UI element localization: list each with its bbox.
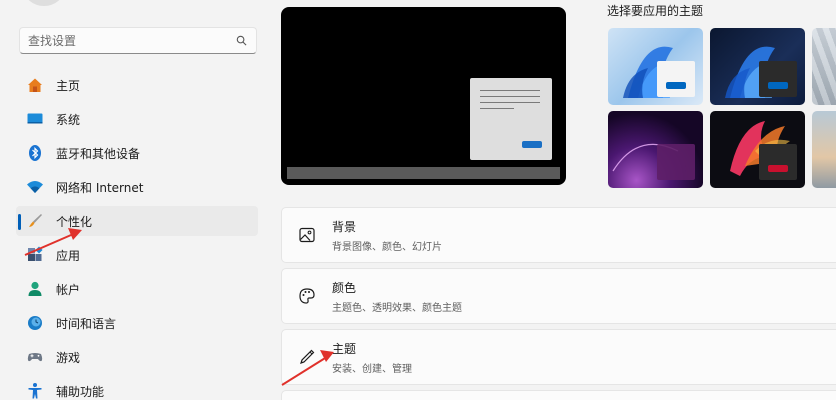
person-icon: [26, 280, 44, 298]
sidebar-item-gaming[interactable]: 游戏: [16, 342, 258, 372]
theme-glow[interactable]: [608, 111, 703, 188]
preview-window: [470, 78, 552, 160]
card-background[interactable]: 背景 背景图像、颜色、幻灯片: [281, 207, 836, 263]
theme-windows-dark[interactable]: [710, 28, 805, 105]
wifi-icon: [26, 178, 44, 196]
themes-title: 选择要应用的主题: [607, 4, 704, 18]
apps-icon: [26, 246, 44, 264]
sidebar-item-label: 主页: [56, 78, 81, 93]
pen-icon: [297, 347, 317, 367]
gamepad-icon: [26, 348, 44, 366]
bluetooth-icon: [26, 144, 44, 162]
sidebar-item-home[interactable]: 主页: [16, 70, 258, 100]
sidebar-item-time-language[interactable]: 时间和语言: [16, 308, 258, 338]
sidebar-item-personalization[interactable]: 个性化: [16, 206, 258, 236]
theme-chip: [759, 144, 797, 180]
sidebar-item-label: 游戏: [56, 350, 81, 365]
sidebar-item-network[interactable]: 网络和 Internet: [16, 172, 258, 202]
theme-windows-light[interactable]: [608, 28, 703, 105]
sidebar-item-label: 辅助功能: [56, 384, 105, 399]
sidebar-item-label: 网络和 Internet: [56, 180, 144, 195]
card-title: 背景: [332, 219, 357, 234]
preview-button: [522, 141, 542, 148]
sidebar-item-system[interactable]: 系统: [16, 104, 258, 134]
search-icon[interactable]: [234, 34, 248, 48]
sidebar-item-label: 系统: [56, 112, 81, 127]
palette-icon: [297, 286, 317, 306]
home-icon: [26, 76, 44, 94]
search-input[interactable]: [28, 33, 234, 48]
sidebar-item-label: 应用: [56, 248, 81, 263]
card-themes[interactable]: 主题 安装、创建、管理: [281, 329, 836, 385]
image-icon: [297, 225, 317, 245]
sidebar-item-bluetooth[interactable]: 蓝牙和其他设备: [16, 138, 258, 168]
avatar[interactable]: [24, 0, 64, 6]
search-box[interactable]: [19, 27, 257, 54]
card-title: 颜色: [332, 280, 357, 295]
card-colors[interactable]: 颜色 主题色、透明效果、颜色主题: [281, 268, 836, 324]
clock-globe-icon: [26, 314, 44, 332]
theme-flow[interactable]: [812, 28, 836, 105]
theme-captured-motion[interactable]: [710, 111, 805, 188]
sidebar-item-label: 个性化: [56, 214, 93, 229]
sidebar-item-label: 时间和语言: [56, 316, 117, 331]
brush-icon: [26, 212, 44, 230]
preview-taskbar: [287, 167, 560, 179]
card-subtitle: 背景图像、颜色、幻灯片: [332, 241, 442, 253]
sidebar-item-label: 蓝牙和其他设备: [56, 146, 141, 161]
sidebar-item-label: 帐户: [56, 282, 81, 297]
accessibility-icon: [26, 382, 44, 400]
sidebar-item-accounts[interactable]: 帐户: [16, 274, 258, 304]
card-subtitle: 安装、创建、管理: [332, 363, 412, 375]
card-next[interactable]: [281, 390, 836, 400]
card-subtitle: 主题色、透明效果、颜色主题: [332, 302, 462, 314]
theme-chip: [657, 144, 695, 180]
sidebar-nav: 主页 系统 蓝牙和其他设备 网络和 Internet 个性化 应用 帐户 时间和…: [16, 70, 258, 400]
monitor-icon: [26, 110, 44, 128]
sidebar-item-apps[interactable]: 应用: [16, 240, 258, 270]
theme-preview: [281, 7, 566, 185]
sidebar-item-accessibility[interactable]: 辅助功能: [16, 376, 258, 400]
theme-chip: [657, 61, 695, 97]
card-title: 主题: [332, 341, 357, 356]
theme-chip: [759, 61, 797, 97]
theme-sunrise[interactable]: [812, 111, 836, 188]
